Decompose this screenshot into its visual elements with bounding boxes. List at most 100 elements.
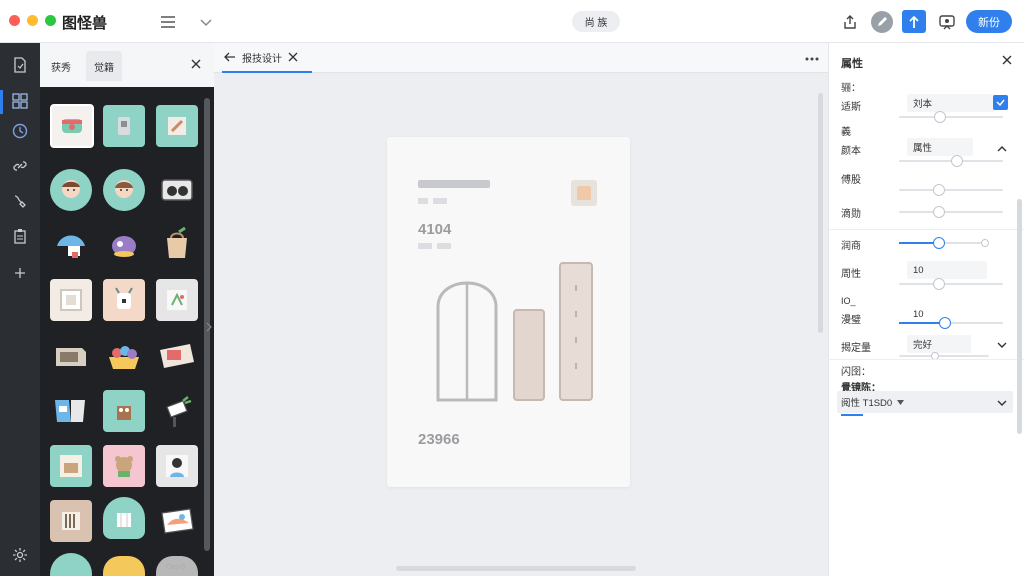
asset-tile[interactable] [103,105,145,147]
asset-tile[interactable] [103,390,145,432]
close-icon [288,52,298,62]
filter-label: 适斯 [841,102,861,113]
link-icon [13,161,27,171]
canvas-scrollbar-vertical[interactable] [818,93,823,333]
asset-tile[interactable] [103,556,145,576]
asset-tile[interactable] [50,390,92,432]
chevron-down-icon[interactable] [997,340,1007,352]
close-window-button[interactable] [9,15,20,26]
rail-item-add[interactable] [0,257,40,289]
plus-icon [15,268,25,278]
card-number-bottom: 23966 [418,431,460,448]
asset-tile[interactable] [103,223,145,265]
present-icon[interactable] [936,11,958,33]
tab-document[interactable]: 报技设计 [222,43,312,73]
footer-label: 闪囹： [841,367,871,378]
asset-tile[interactable] [103,335,145,377]
rail-item-links[interactable] [0,150,40,182]
document-name-pill[interactable]: 尚 族 [572,11,620,32]
asset-tile[interactable] [50,223,92,265]
card-illustration [436,262,593,402]
share-icon[interactable] [840,12,860,32]
rail-item-history[interactable] [0,115,40,147]
asset-tile[interactable] [156,390,198,432]
title-bar: 图怪兽 尚 族 新份 [0,0,1024,43]
basic-slider[interactable] [899,155,1003,167]
footer-active-underline [841,414,863,416]
attr-slider[interactable] [899,278,1003,290]
footer-select[interactable]: 阅性 T1SD0 [837,391,1013,413]
style-select[interactable]: 完好 [907,335,971,353]
rail-item-draw[interactable] [0,185,40,217]
design-card[interactable]: 4104 23966 [387,137,630,487]
rail-item-settings[interactable] [0,539,40,571]
asset-tile[interactable] [50,500,92,542]
properties-scrollbar[interactable] [1017,199,1022,434]
blur-slider[interactable] [899,206,1003,218]
asset-tile[interactable] [50,279,92,321]
filter-select[interactable]: 刘本 [907,94,995,112]
clock-icon [12,123,28,139]
asset-tile[interactable] [103,497,145,539]
more-icon[interactable] [805,52,819,64]
filter-slider[interactable] [899,111,1003,123]
card-label-placeholder [437,243,451,249]
card-label-placeholder [418,243,432,249]
footer-select-value: 阅性 T1SD0 [841,398,893,409]
asset-library-panel: 获秀 觉籍 Ctrl+0 [40,43,214,576]
checkbox-checked-icon[interactable] [993,95,1008,110]
clipboard-icon [14,229,26,244]
card-badge [571,180,597,206]
asset-tile[interactable] [103,445,145,487]
attr-label: 周性 [841,269,861,280]
chevron-down-icon[interactable] [997,398,1007,410]
asset-tile[interactable] [50,445,92,487]
card-label-placeholder [418,198,428,204]
maximize-window-button[interactable] [45,15,56,26]
library-scroll-caption: Ctrl+0 [166,564,185,571]
rail-item-elements[interactable] [0,85,40,117]
rail-item-templates[interactable] [0,49,40,81]
properties-title: 属性 [841,58,863,70]
asset-tile[interactable] [50,169,92,211]
rail-item-clipboard[interactable] [0,220,40,252]
tool-rail [0,43,40,576]
close-icon[interactable] [190,58,202,73]
asset-tile[interactable] [156,105,198,147]
asset-tile[interactable] [103,279,145,321]
opacity-slider[interactable] [899,237,989,249]
tab-library-0[interactable]: 获秀 [43,51,79,81]
close-icon[interactable] [1001,54,1013,69]
minimize-window-button[interactable] [27,15,38,26]
spacing-slider[interactable] [899,317,1003,329]
asset-tile[interactable] [50,335,92,377]
divider [829,229,1024,230]
section-label: 骊： [841,83,861,94]
collapse-handle-icon[interactable] [206,322,212,335]
menu-icon[interactable] [158,12,178,32]
basic-select[interactable]: 属性 [907,138,973,156]
asset-tile[interactable] [156,279,198,321]
upload-icon[interactable] [902,10,926,33]
asset-tile[interactable] [156,169,198,211]
asset-tile[interactable] [156,500,198,542]
tab-library-1[interactable]: 觉籍 [86,51,122,81]
asset-tile[interactable] [156,335,198,377]
canvas-scrollbar-horizontal[interactable] [396,566,636,571]
offset-slider[interactable] [899,184,1003,196]
asset-tile[interactable] [50,104,94,148]
pen-icon[interactable] [871,11,893,33]
properties-panel: 属性 骊： 适斯 刘本 義 颜本 属性 傅股 滴勋 润商 周性 10 IO_ 漫… [828,43,1024,576]
style-slider[interactable] [899,352,989,360]
document-tab-label: 报技设计 [242,53,282,65]
chevron-up-icon[interactable] [997,143,1007,155]
attr-input[interactable]: 10 [907,261,987,279]
publish-button[interactable]: 新份 [966,10,1012,33]
asset-tile[interactable] [50,553,92,576]
chevron-down-icon[interactable] [196,12,216,32]
asset-tile[interactable] [156,223,198,265]
asset-tile[interactable] [156,445,198,487]
app-title: 图怪兽 [62,15,108,32]
canvas-area: 报技设计 4104 23966 [214,43,828,576]
asset-tile[interactable] [103,169,145,211]
